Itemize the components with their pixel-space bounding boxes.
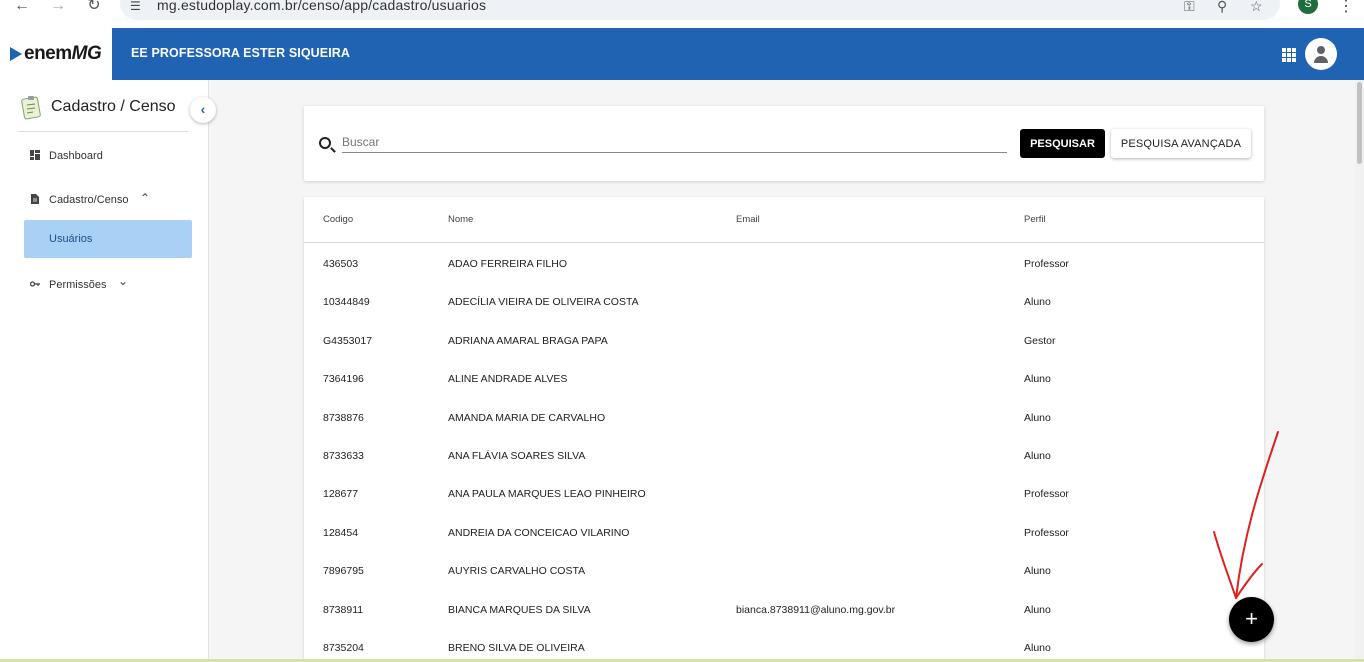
users-table: Codigo Nome Email Perfil 436503 ADAO FERR…: [304, 197, 1264, 662]
cell-email: bianca.8738911@aluno.mg.gov.br: [736, 603, 896, 616]
bookmark-star-icon[interactable]: ☆: [1250, 0, 1263, 15]
advanced-search-button[interactable]: PESQUISA AVANÇADA: [1111, 129, 1251, 158]
app-header: enemMG EE PROFESSORA ESTER SIQUEIRA: [0, 28, 1364, 80]
column-header-email[interactable]: Email: [736, 214, 760, 225]
cell-perfil: Aluno: [1024, 411, 1051, 424]
table-row[interactable]: 128677 ANA PAULA MARQUES LEAO PINHEIRO Pro…: [304, 474, 1264, 512]
table-row[interactable]: 8733633 ANA FLÁVIA SOARES SILVA Aluno: [304, 436, 1264, 474]
cell-perfil: Professor: [1024, 258, 1069, 270]
cell-codigo: 8733633: [323, 450, 364, 462]
cell-nome: AUYRIS CARVALHO COSTA: [448, 565, 586, 578]
cell-nome: ADAO FERREIRA FILHO: [448, 258, 568, 270]
browser-menu-icon[interactable]: ⋮: [1338, 0, 1354, 16]
search-input[interactable]: [342, 131, 1007, 153]
browser-toolbar: ← → ↻ ☰ mg.estudoplay.com.br/censo/app/c…: [0, 0, 1364, 28]
table-row[interactable]: 436503 ADAO FERREIRA FILHO Professor: [304, 244, 1264, 282]
cell-perfil: Aluno: [1024, 642, 1051, 654]
search-card: PESQUISAR PESQUISA AVANÇADA: [304, 106, 1264, 181]
table-row[interactable]: 8738911 BIANCA MARQUES DA SILVA bianca.873…: [304, 590, 1264, 628]
red-arrow-annotation: [1213, 431, 1279, 599]
table-row[interactable]: 128454 ANDREIA DA CONCEICAO VILARINO Profe…: [304, 513, 1264, 551]
site-settings-icon[interactable]: ☰: [130, 0, 141, 12]
cell-codigo: 436503: [323, 258, 359, 270]
document-icon: [31, 194, 39, 204]
cell-perfil: Aluno: [1024, 565, 1051, 578]
dashboard-icon: [30, 150, 40, 160]
cell-nome: BIANCA MARQUES DA SILVA: [448, 603, 591, 616]
scrollbar-thumb[interactable]: [1357, 82, 1362, 164]
user-avatar[interactable]: [1305, 38, 1337, 70]
column-header-nome[interactable]: Nome: [448, 214, 473, 225]
cell-perfil: Aluno: [1024, 603, 1051, 616]
cell-codigo: G4353017: [323, 334, 373, 347]
sidebar-item-label: Usuários: [49, 233, 93, 245]
cell-codigo: 10344849: [323, 296, 370, 309]
sidebar-title: Cadastro / Censo: [51, 98, 176, 115]
sidebar-divider: [18, 131, 188, 132]
cell-codigo: 8738911: [323, 603, 364, 616]
cell-codigo: 128677: [323, 488, 359, 501]
table-row[interactable]: 8738876 AMANDA MARIA DE CARVALHO Aluno: [304, 398, 1264, 436]
chevron-down-icon[interactable]: ⌄: [118, 274, 128, 288]
back-arrow-icon[interactable]: ←: [14, 0, 30, 14]
cell-perfil: Professor: [1024, 526, 1069, 539]
key-icon: [30, 281, 40, 287]
table-row[interactable]: 8735204 BRENO SILVA DE OLIVEIRA Aluno: [304, 628, 1264, 662]
sidebar: Cadastro / Censo Dashboard Cadastro/Cens…: [0, 80, 209, 662]
table-row[interactable]: 7896795 AUYRIS CARVALHO COSTA Aluno: [304, 551, 1264, 589]
password-key-icon[interactable]: ⚿: [1184, 0, 1195, 15]
sidebar-item-label: Permissões: [49, 279, 107, 291]
cell-nome: ANA FLÁVIA SOARES SILVA: [448, 450, 586, 462]
enem-mg-logo[interactable]: enemMG: [0, 28, 112, 80]
column-header-perfil[interactable]: Perfil: [1024, 214, 1046, 225]
table-row[interactable]: G4353017 ADRIANA AMARAL BRAGA PAPA Gestor: [304, 321, 1264, 359]
reload-icon[interactable]: ↻: [86, 0, 102, 14]
clipboard-icon: [21, 96, 41, 120]
cell-nome: ANDREIA DA CONCEICAO VILARINO: [448, 526, 630, 539]
cell-perfil: Aluno: [1024, 373, 1051, 386]
table-header: Codigo Nome Email Perfil: [304, 197, 1264, 243]
sidebar-item-label: Cadastro/Censo: [49, 194, 129, 206]
cell-nome: ADECÍLIA VIEIRA DE OLIVEIRA COSTA: [448, 296, 639, 309]
cell-codigo: 7896795: [323, 565, 364, 578]
sidebar-item-dashboard[interactable]: Dashboard: [0, 147, 209, 167]
sidebar-item-permissoes[interactable]: Permissões ⌄: [0, 274, 209, 296]
logo-text: enemMG: [24, 43, 102, 64]
cell-perfil: Aluno: [1024, 296, 1051, 309]
page-scrollbar[interactable]: [1355, 80, 1364, 662]
url-text[interactable]: mg.estudoplay.com.br/censo/app/cadastro/…: [157, 0, 486, 13]
cell-nome: AMANDA MARIA DE CARVALHO: [448, 411, 606, 424]
cell-nome: ALINE ANDRADE ALVES: [448, 373, 568, 386]
zoom-icon[interactable]: ⚲: [1217, 0, 1227, 15]
apps-grid-icon[interactable]: [1282, 48, 1296, 62]
table-row[interactable]: 10344849 ADECÍLIA VIEIRA DE OLIVEIRA COST…: [304, 282, 1264, 320]
column-header-codigo[interactable]: Codigo: [323, 214, 353, 225]
cell-codigo: 8738876: [323, 411, 364, 424]
search-icon: [319, 137, 331, 149]
collapse-sidebar-button[interactable]: ‹: [190, 97, 216, 123]
school-name: EE PROFESSORA ESTER SIQUEIRA: [131, 46, 351, 60]
sidebar-item-cadastro-censo[interactable]: Cadastro/Censo ⌃: [0, 191, 209, 211]
sidebar-item-label: Dashboard: [49, 150, 103, 162]
cell-nome: BRENO SILVA DE OLIVEIRA: [448, 642, 585, 654]
cell-perfil: Gestor: [1024, 334, 1056, 347]
browser-profile-avatar[interactable]: S: [1298, 0, 1318, 14]
search-button[interactable]: PESQUISAR: [1020, 129, 1105, 158]
cell-nome: ANA PAULA MARQUES LEAO PINHEIRO: [448, 488, 646, 501]
cell-perfil: Professor: [1024, 488, 1069, 501]
cell-codigo: 7364196: [323, 373, 364, 386]
logo-arrow-icon: [10, 47, 22, 61]
cell-codigo: 128454: [323, 526, 359, 539]
sidebar-item-usuarios[interactable]: Usuários: [24, 220, 192, 258]
cell-codigo: 8735204: [323, 642, 364, 654]
cell-nome: ADRIANA AMARAL BRAGA PAPA: [448, 334, 608, 347]
cell-perfil: Aluno: [1024, 450, 1051, 462]
forward-arrow-icon[interactable]: →: [50, 0, 66, 14]
table-row[interactable]: 7364196 ALINE ANDRADE ALVES Aluno: [304, 359, 1264, 397]
add-user-button[interactable]: +: [1229, 597, 1274, 642]
chevron-up-icon[interactable]: ⌃: [140, 191, 150, 205]
